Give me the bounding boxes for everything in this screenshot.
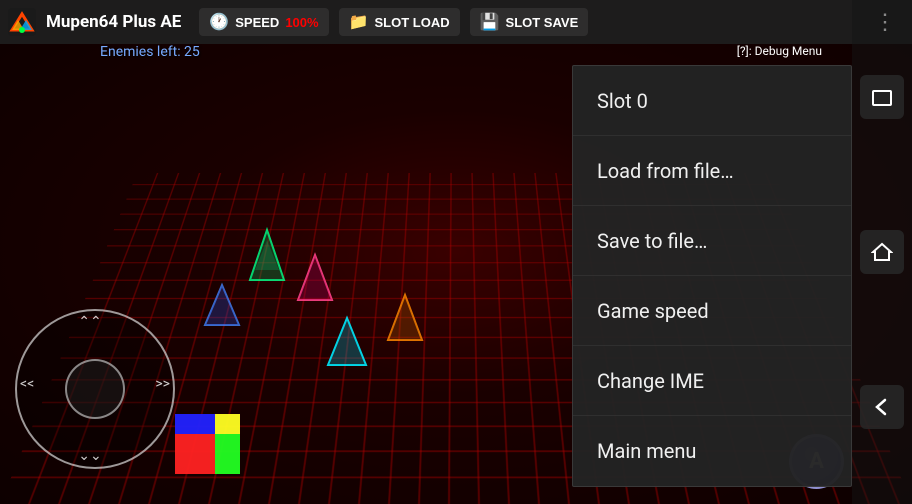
dpad-left[interactable]: <<: [20, 376, 34, 392]
crystal-3: [200, 280, 245, 330]
app-logo: [8, 8, 36, 36]
menu-item-load-file[interactable]: Load from file…: [573, 136, 851, 206]
hud-debug-text: [?]: Debug Menu: [737, 44, 822, 58]
back-button[interactable]: [860, 385, 904, 429]
menu-item-save-file-label: Save to file…: [597, 229, 707, 253]
dpad-up[interactable]: ⌃⌃: [78, 314, 101, 330]
speed-icon: 🕐: [209, 12, 229, 32]
menu-item-save-file[interactable]: Save to file…: [573, 206, 851, 276]
folder-icon: 📁: [349, 12, 369, 32]
speed-button[interactable]: 🕐 SPEED 100%: [199, 8, 328, 36]
slot-save-button[interactable]: 💾 SLOT SAVE: [470, 8, 589, 36]
window-mode-button[interactable]: [860, 75, 904, 119]
menu-item-main-menu[interactable]: Main menu: [573, 416, 851, 486]
speed-value: 100%: [285, 15, 318, 30]
window-icon: [871, 86, 893, 108]
home-button[interactable]: [860, 230, 904, 274]
menu-item-slot0-label: Slot 0: [597, 89, 648, 113]
crystal-1: [240, 220, 295, 285]
slot-load-button[interactable]: 📁 SLOT LOAD: [339, 8, 460, 36]
dpad-down[interactable]: ⌄⌄: [78, 448, 101, 464]
dropdown-menu: Slot 0 Load from file… Save to file… Gam…: [572, 65, 852, 487]
header: Mupen64 Plus AE 🕐 SPEED 100% 📁 SLOT LOAD…: [0, 0, 912, 44]
speed-label: SPEED: [235, 15, 279, 30]
crystal-4: [380, 290, 430, 345]
dpad-right[interactable]: >>: [155, 376, 170, 392]
menu-item-change-ime-label: Change IME: [597, 369, 704, 393]
left-controller: ⌃⌃ << >> ⌄⌄: [10, 304, 180, 474]
menu-item-main-menu-label: Main menu: [597, 439, 696, 463]
right-sidebar: [852, 0, 912, 504]
menu-item-game-speed-label: Game speed: [597, 299, 709, 323]
menu-item-slot0[interactable]: Slot 0: [573, 66, 851, 136]
home-icon: [871, 241, 893, 263]
slot-save-label: SLOT SAVE: [506, 15, 579, 30]
menu-item-change-ime[interactable]: Change IME: [573, 346, 851, 416]
status-text: Enemies left: 25: [100, 44, 200, 60]
crystal-2: [290, 250, 340, 305]
menu-item-load-file-label: Load from file…: [597, 159, 734, 183]
save-icon: 💾: [480, 12, 500, 32]
app-title: Mupen64 Plus AE: [46, 12, 181, 32]
menu-item-game-speed[interactable]: Game speed: [573, 276, 851, 346]
slot-load-label: SLOT LOAD: [375, 15, 450, 30]
back-icon: [871, 396, 893, 418]
crystal-5: [320, 310, 375, 370]
dpad-inner-ring: [65, 359, 125, 419]
